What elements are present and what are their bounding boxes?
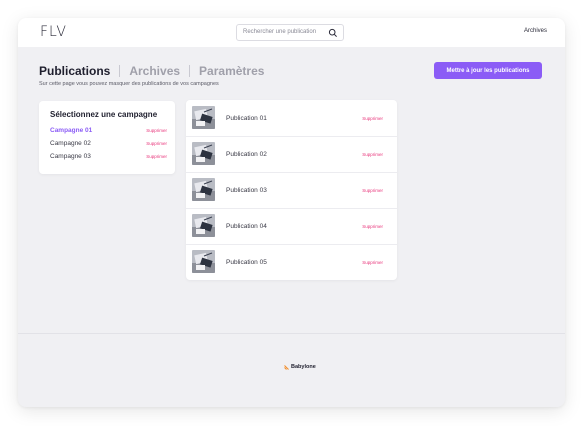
publications-list: Publication 01 Supprimer Publication 02 … xyxy=(186,100,397,280)
publication-thumbnail-image xyxy=(192,178,215,201)
campaign-name[interactable]: Campagne 01 xyxy=(50,127,92,134)
campaign-item-03[interactable]: Campagne 03 Supprimer xyxy=(50,153,167,163)
babylone-logo-icon xyxy=(284,364,289,370)
campaign-name[interactable]: Campagne 02 xyxy=(50,140,91,147)
tab-publications[interactable]: Publications xyxy=(39,64,110,78)
publication-row[interactable]: Publication 04 Supprimer xyxy=(186,208,397,244)
delete-campaign-link[interactable]: Supprimer xyxy=(146,128,167,133)
publication-row[interactable]: Publication 03 Supprimer xyxy=(186,172,397,208)
footer-divider xyxy=(18,333,565,334)
publication-name: Publication 05 xyxy=(226,259,267,266)
campaign-selector-title: Sélectionnez une campagne xyxy=(50,110,158,119)
publication-name: Publication 04 xyxy=(226,223,267,230)
logo-text: FLV xyxy=(40,24,67,40)
tab-divider xyxy=(119,65,121,77)
delete-publication-link[interactable]: Supprimer xyxy=(362,116,383,121)
publication-row[interactable]: Publication 02 Supprimer xyxy=(186,136,397,172)
app-window: FLV Rechercher une publication Archives … xyxy=(18,18,565,407)
publication-row[interactable]: Publication 05 Supprimer xyxy=(186,244,397,280)
campaign-name[interactable]: Campagne 03 xyxy=(50,153,91,160)
publication-name: Publication 01 xyxy=(226,115,267,122)
tab-parametres[interactable]: Paramètres xyxy=(199,64,264,78)
flv-logo[interactable]: FLV xyxy=(40,24,67,40)
tab-divider xyxy=(189,65,191,77)
delete-campaign-link[interactable]: Supprimer xyxy=(146,141,167,146)
delete-publication-link[interactable]: Supprimer xyxy=(362,152,383,157)
publication-name: Publication 03 xyxy=(226,187,267,194)
page-subtitle: Sur cette page vous pouvez masquer des p… xyxy=(39,81,219,87)
search-placeholder: Rechercher une publication xyxy=(243,29,317,35)
search-icon[interactable] xyxy=(328,28,338,38)
page-tabs: Publications Archives Paramètres xyxy=(39,64,264,78)
nav-archives-link[interactable]: Archives xyxy=(524,28,547,34)
publication-thumbnail-image xyxy=(192,106,215,129)
delete-campaign-link[interactable]: Supprimer xyxy=(146,154,167,159)
publication-thumbnail-image xyxy=(192,214,215,237)
publication-thumbnail-image xyxy=(192,250,215,273)
publication-name: Publication 02 xyxy=(226,151,267,158)
tab-archives[interactable]: Archives xyxy=(129,64,180,78)
brand-name: Babylone xyxy=(291,364,316,370)
delete-publication-link[interactable]: Supprimer xyxy=(362,260,383,265)
top-navbar: FLV Rechercher une publication Archives xyxy=(18,18,565,47)
campaign-item-02[interactable]: Campagne 02 Supprimer xyxy=(50,140,167,150)
babylone-brand[interactable]: Babylone xyxy=(284,364,316,370)
publication-thumbnail-image xyxy=(192,142,215,165)
delete-publication-link[interactable]: Supprimer xyxy=(362,188,383,193)
campaign-item-01[interactable]: Campagne 01 Supprimer xyxy=(50,127,167,137)
search-input[interactable]: Rechercher une publication xyxy=(236,24,344,41)
campaign-selector-card: Sélectionnez une campagne Campagne 01 Su… xyxy=(39,101,175,174)
publication-row[interactable]: Publication 01 Supprimer xyxy=(186,100,397,136)
update-publications-button[interactable]: Mettre à jour les publications xyxy=(434,62,542,79)
delete-publication-link[interactable]: Supprimer xyxy=(362,224,383,229)
